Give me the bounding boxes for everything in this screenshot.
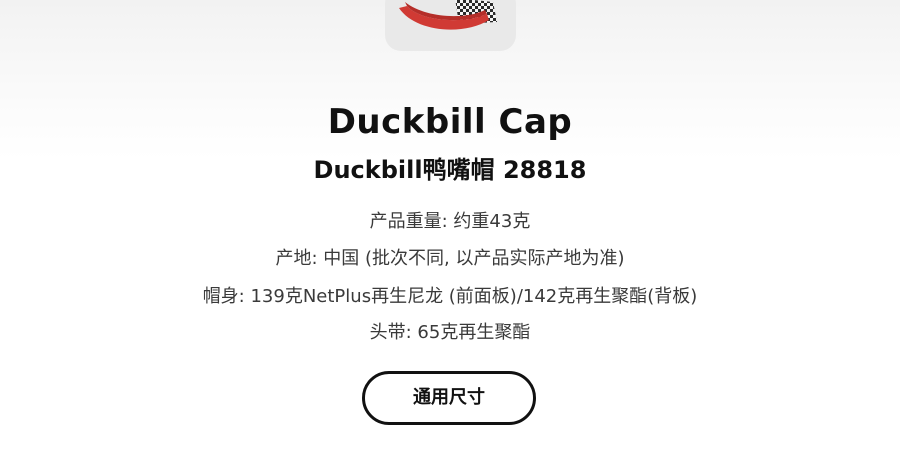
spec-body-material: 帽身: 139克NetPlus再生尼龙 (前面板)/142克再生聚酯(背板): [202, 286, 698, 307]
spec-headband-material: 头带: 65克再生聚酯: [369, 322, 531, 343]
spec-weight: 产品重量: 约重43克: [369, 211, 531, 232]
product-title: Duckbill Cap: [327, 102, 573, 142]
spec-origin: 产地: 中国 (批次不同, 以产品实际产地为准): [275, 248, 625, 269]
product-thumbnail[interactable]: [385, 0, 516, 51]
product-subtitle: Duckbill鸭嘴帽 28818: [313, 156, 587, 184]
size-option-button[interactable]: 通用尺寸: [362, 371, 536, 425]
duckbill-cap-image: [399, 0, 497, 30]
